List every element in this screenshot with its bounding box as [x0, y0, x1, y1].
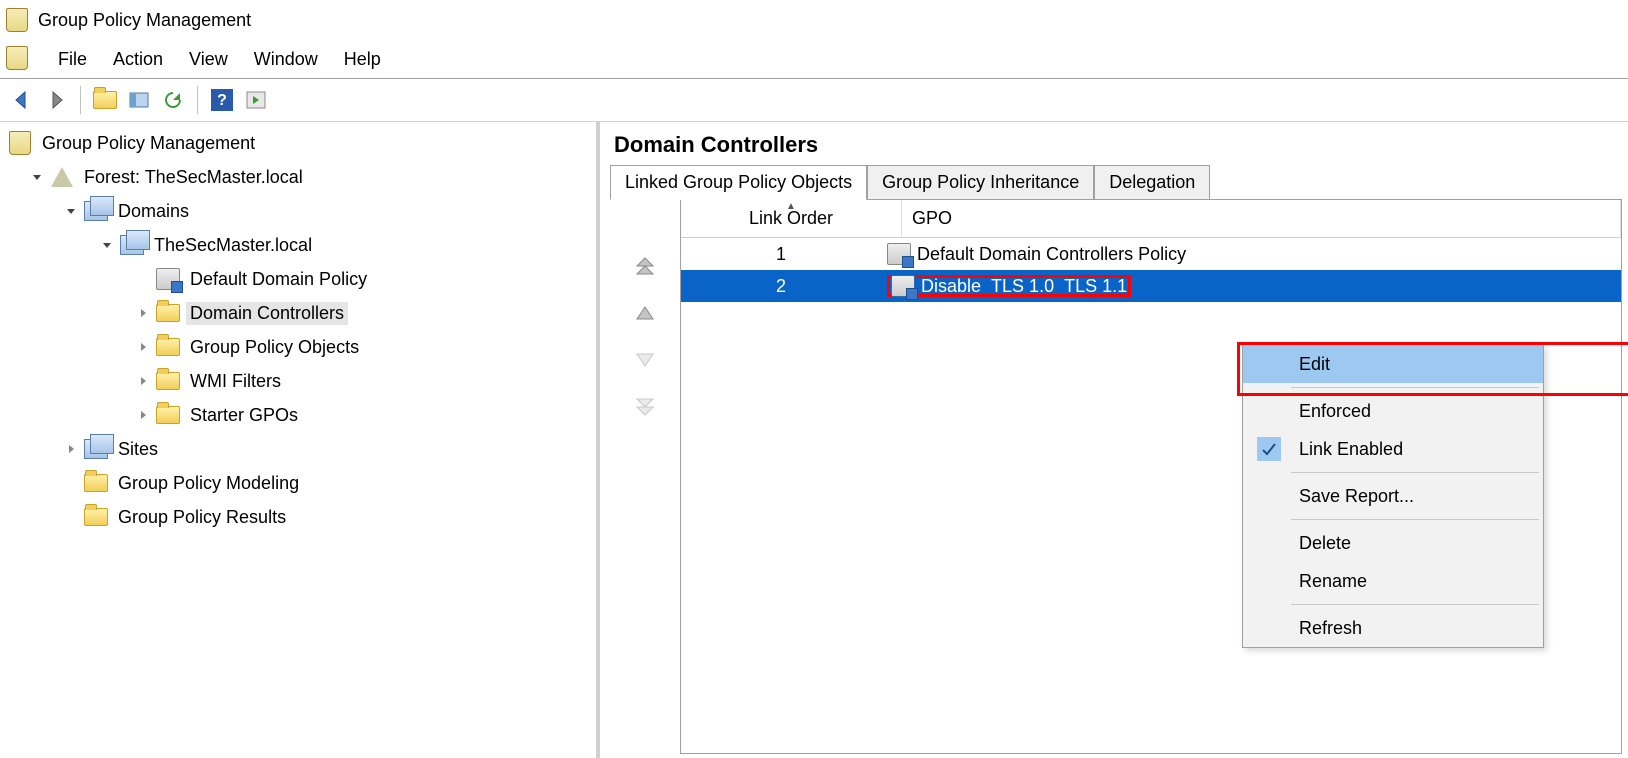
menu-view[interactable]: View — [189, 49, 228, 70]
move-top-button[interactable] — [633, 256, 657, 281]
context-menu-link-enabled[interactable]: Link Enabled — [1243, 430, 1543, 468]
toolbar-back[interactable] — [6, 84, 38, 116]
cell-link-order: 2 — [681, 276, 881, 297]
expander-icon[interactable] — [64, 442, 78, 456]
sites-icon — [84, 437, 108, 461]
toolbar-refresh[interactable] — [157, 84, 189, 116]
context-menu-rename[interactable]: Rename — [1243, 562, 1543, 600]
cell-gpo: Default Domain Controllers Policy — [881, 243, 1621, 265]
expander-icon[interactable] — [136, 340, 150, 354]
sort-asc-icon: ▲ — [786, 201, 796, 212]
tree-domain-controllers[interactable]: Domain Controllers — [186, 302, 348, 325]
menu-separator — [1291, 604, 1539, 605]
tree-results[interactable]: Group Policy Results — [114, 506, 290, 529]
forest-icon — [50, 165, 74, 189]
expander-icon[interactable] — [136, 374, 150, 388]
link-order-controls — [610, 200, 680, 754]
tree-root[interactable]: Group Policy Management — [38, 132, 259, 155]
toolbar-forward[interactable] — [40, 84, 72, 116]
tree-domains[interactable]: Domains — [114, 200, 193, 223]
domains-icon — [84, 199, 108, 223]
context-menu-enforced[interactable]: Enforced — [1243, 392, 1543, 430]
folder-icon — [156, 369, 180, 393]
list-row[interactable]: 2 Disable_TLS 1.0_TLS 1.1 — [681, 270, 1621, 302]
results-icon — [84, 505, 108, 529]
expander-icon[interactable] — [136, 408, 150, 422]
menu-help[interactable]: Help — [344, 49, 381, 70]
tree-group-policy-objects[interactable]: Group Policy Objects — [186, 336, 363, 359]
tree-domain[interactable]: TheSecMaster.local — [150, 234, 316, 257]
expander-icon[interactable] — [136, 306, 150, 320]
menu-action[interactable]: Action — [113, 49, 163, 70]
move-bottom-button[interactable] — [633, 397, 657, 422]
tree-starter-gpos[interactable]: Starter GPOs — [186, 404, 302, 427]
console-icon — [6, 46, 32, 72]
tree-forest[interactable]: Forest: TheSecMaster.local — [80, 166, 307, 189]
list-row[interactable]: 1 Default Domain Controllers Policy — [681, 238, 1621, 270]
tab-linked-gpos[interactable]: Linked Group Policy Objects — [610, 165, 867, 200]
context-menu: Edit Enforced Link Enabled Save Report..… — [1242, 344, 1544, 648]
toolbar-show-hide-tree[interactable] — [123, 84, 155, 116]
gpo-name: Default Domain Controllers Policy — [917, 244, 1186, 265]
spacer — [64, 510, 78, 524]
modeling-icon — [84, 471, 108, 495]
tree-sites[interactable]: Sites — [114, 438, 162, 461]
tab-strip: Linked Group Policy Objects Group Policy… — [600, 164, 1628, 199]
folder-icon — [156, 403, 180, 427]
expander-icon[interactable] — [64, 204, 78, 218]
tab-delegation[interactable]: Delegation — [1094, 165, 1210, 200]
toolbar-help[interactable]: ? — [206, 84, 238, 116]
tree-wmi-filters[interactable]: WMI Filters — [186, 370, 285, 393]
folder-icon — [156, 335, 180, 359]
ou-icon — [156, 301, 180, 325]
highlight-box: Disable_TLS 1.0_TLS 1.1 — [887, 275, 1131, 297]
tree-default-domain-policy[interactable]: Default Domain Policy — [186, 268, 371, 291]
details-heading: Domain Controllers — [600, 122, 1628, 164]
gpo-link-icon — [887, 243, 911, 265]
tree-modeling[interactable]: Group Policy Modeling — [114, 472, 303, 495]
gpo-link-icon — [156, 267, 180, 291]
gpo-name: Disable_TLS 1.0_TLS 1.1 — [921, 276, 1127, 297]
tab-inheritance[interactable]: Group Policy Inheritance — [867, 165, 1094, 200]
menubar: File Action View Window Help — [0, 40, 1628, 79]
app-icon — [6, 8, 28, 32]
menu-separator — [1291, 519, 1539, 520]
tree-pane: Group Policy Management Forest: TheSecMa… — [0, 122, 600, 758]
toolbar-separator — [80, 86, 81, 114]
move-up-button[interactable] — [633, 303, 657, 328]
column-gpo[interactable]: GPO — [902, 200, 1621, 237]
menu-separator — [1291, 472, 1539, 473]
toolbar-up[interactable] — [89, 84, 121, 116]
toolbar-separator — [197, 86, 198, 114]
context-menu-refresh[interactable]: Refresh — [1243, 609, 1543, 647]
highlight-box — [1237, 342, 1628, 396]
context-menu-delete[interactable]: Delete — [1243, 524, 1543, 562]
window-title: Group Policy Management — [38, 10, 251, 31]
titlebar: Group Policy Management — [0, 0, 1628, 40]
expander-icon[interactable] — [30, 170, 44, 184]
cell-gpo: Disable_TLS 1.0_TLS 1.1 — [881, 275, 1621, 297]
spacer — [136, 272, 150, 286]
menu-window[interactable]: Window — [254, 49, 318, 70]
menu-file[interactable]: File — [58, 49, 87, 70]
domain-icon — [120, 233, 144, 257]
context-menu-save-report[interactable]: Save Report... — [1243, 477, 1543, 515]
context-menu-link-enabled-label: Link Enabled — [1299, 439, 1403, 460]
move-down-button[interactable] — [633, 350, 657, 375]
toolbar: ? — [0, 79, 1628, 122]
console-root-icon — [8, 131, 32, 155]
svg-text:?: ? — [217, 92, 227, 109]
expander-icon[interactable] — [100, 238, 114, 252]
cell-link-order: 1 — [681, 244, 881, 265]
gpo-link-icon — [891, 275, 915, 297]
column-link-order[interactable]: ▲ Link Order — [681, 200, 902, 237]
check-icon — [1257, 437, 1281, 461]
toolbar-script[interactable] — [240, 84, 272, 116]
spacer — [64, 476, 78, 490]
list-header: ▲ Link Order GPO — [681, 200, 1621, 238]
